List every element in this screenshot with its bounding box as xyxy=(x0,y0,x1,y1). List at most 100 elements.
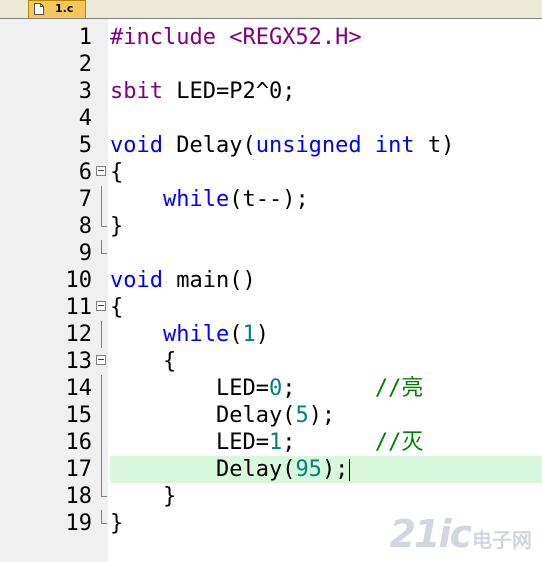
code-text: Delay(5); xyxy=(110,402,542,429)
keyword-token: while xyxy=(162,187,230,212)
watermark-brand: 21ic xyxy=(389,512,472,556)
fold-toggle-icon[interactable] xyxy=(96,301,106,311)
code-line[interactable]: 1 #include <REGX52.H> xyxy=(0,24,542,51)
fold-guide xyxy=(101,321,102,348)
code-text: { xyxy=(110,348,542,375)
fold-guide xyxy=(101,456,102,483)
watermark-logo: 21ic 电子网 xyxy=(390,512,532,556)
code-token: LED=P2^0; xyxy=(162,79,296,104)
line-number: 14 xyxy=(65,376,93,401)
code-text: sbit LED=P2^0; xyxy=(110,78,542,105)
line-number: 15 xyxy=(65,403,93,428)
line-number: 1 xyxy=(78,25,92,50)
line-number: 13 xyxy=(65,349,93,374)
code-line[interactable]: 4 xyxy=(0,105,542,132)
line-number: 6 xyxy=(78,160,92,185)
code-line[interactable]: 17 Delay(95); xyxy=(0,456,542,483)
text-cursor xyxy=(349,459,351,481)
code-line[interactable]: 11 { xyxy=(0,294,542,321)
code-text: while(t--); xyxy=(110,186,542,213)
fold-guide xyxy=(101,186,102,213)
code-line[interactable]: 16 LED=1; //灭 xyxy=(0,429,542,456)
code-token: Delay( xyxy=(110,457,296,482)
line-number: 10 xyxy=(65,268,93,293)
line-number: 18 xyxy=(65,484,93,509)
code-token: { xyxy=(110,349,177,374)
code-line[interactable]: 15 Delay(5); xyxy=(0,402,542,429)
code-token: { xyxy=(110,295,124,320)
code-line[interactable]: 7 while(t--); xyxy=(0,186,542,213)
number-token: 5 xyxy=(295,403,309,428)
keyword-token: unsigned xyxy=(255,133,362,158)
fold-guide xyxy=(101,429,102,456)
code-line[interactable]: 14 LED=0; //亮 xyxy=(0,375,542,402)
keyword-token: void xyxy=(110,268,163,293)
code-line[interactable]: 12 while(1) xyxy=(0,321,542,348)
code-text: LED=1; //灭 xyxy=(110,429,542,456)
code-token: Delay( xyxy=(110,403,296,428)
fold-end-marker xyxy=(101,240,107,254)
code-text: { xyxy=(110,159,542,186)
number-token: 95 xyxy=(295,457,322,482)
code-token: main() xyxy=(162,268,256,293)
tab-bar: 1.c xyxy=(0,0,542,19)
code-token: LED= xyxy=(110,376,269,401)
code-line[interactable]: 5 void Delay(unsigned int t) xyxy=(0,132,542,159)
fold-guide xyxy=(101,375,102,402)
number-token: 1 xyxy=(268,430,283,455)
keyword-token: while xyxy=(162,322,230,347)
code-line[interactable]: 9 xyxy=(0,240,542,267)
code-token: ; xyxy=(282,376,375,401)
tab-label: 1.c xyxy=(55,2,74,15)
file-icon xyxy=(34,3,44,15)
keyword-token: void xyxy=(110,133,163,158)
fold-end-marker xyxy=(101,483,107,497)
line-number: 11 xyxy=(65,295,93,320)
line-number: 7 xyxy=(78,187,92,212)
code-line[interactable]: 13 { xyxy=(0,348,542,375)
fold-guide xyxy=(101,402,102,429)
code-token: (t--); xyxy=(229,187,309,212)
line-number: 9 xyxy=(78,241,92,266)
directive-token: #include <REGX52.H> xyxy=(110,25,362,50)
code-editor[interactable]: 1 #include <REGX52.H> 2 3 sbit LED=P2^0; 4 5 vo… xyxy=(0,24,542,537)
code-token: ; xyxy=(282,430,375,455)
number-token: 0 xyxy=(268,376,283,401)
code-line[interactable]: 3 sbit LED=P2^0; xyxy=(0,78,542,105)
comment-token: //灭 xyxy=(374,430,424,455)
line-number: 19 xyxy=(65,511,93,536)
number-token: 1 xyxy=(242,322,256,347)
tab-file-1c[interactable]: 1.c xyxy=(28,0,86,18)
fold-end-marker xyxy=(101,510,107,524)
line-number: 16 xyxy=(65,430,93,455)
line-number: 5 xyxy=(78,133,92,158)
code-text: LED=0; //亮 xyxy=(110,375,542,402)
line-number: 4 xyxy=(78,106,92,131)
comment-token: //亮 xyxy=(374,376,424,401)
code-text: #include <REGX52.H> xyxy=(110,24,542,51)
keyword-token: int xyxy=(374,133,415,158)
code-line[interactable]: 10 void main() xyxy=(0,267,542,294)
line-number: 8 xyxy=(78,214,92,239)
code-token: Delay( xyxy=(162,133,256,158)
line-number: 17 xyxy=(65,457,93,482)
code-line[interactable]: 8} xyxy=(0,213,542,240)
code-line[interactable]: 6{ xyxy=(0,159,542,186)
code-token: ( xyxy=(229,322,243,347)
code-text: } xyxy=(110,483,542,510)
code-token: } xyxy=(110,214,124,239)
code-text: } xyxy=(110,213,542,240)
line-number: 3 xyxy=(78,79,92,104)
code-line[interactable]: 2 xyxy=(0,51,542,78)
fold-toggle-icon[interactable] xyxy=(96,166,106,176)
code-token: ); xyxy=(308,403,336,428)
code-text: Delay(95); xyxy=(110,456,542,483)
code-text: { xyxy=(110,294,542,321)
fold-toggle-icon[interactable] xyxy=(96,355,106,365)
watermark-subtext: 电子网 xyxy=(472,528,532,552)
code-line[interactable]: 18 } xyxy=(0,483,542,510)
